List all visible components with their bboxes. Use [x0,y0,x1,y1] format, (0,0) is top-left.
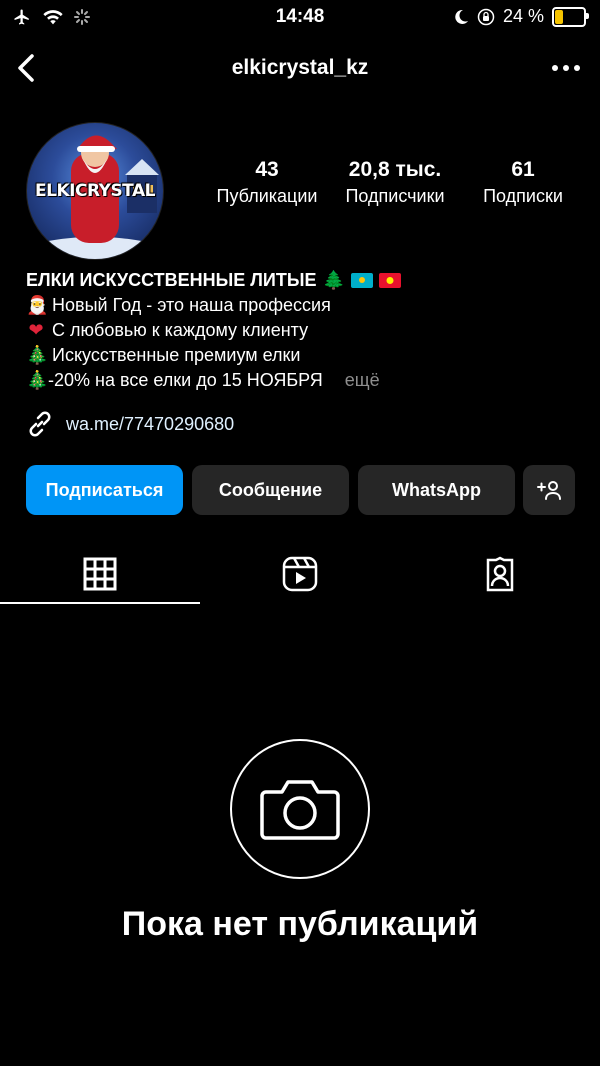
stat-followers-value: 20,8 тыс. [348,158,442,181]
bio-title: ЕЛКИ ИСКУССТВЕННЫЕ ЛИТЫЕ [26,270,317,290]
stat-following-value: 61 [511,158,535,181]
heart-icon: ❤ [28,320,44,340]
grid-icon [83,557,117,591]
tab-tagged[interactable] [400,545,600,603]
empty-state-text: Пока нет публикаций [121,905,479,943]
stat-followers[interactable]: 20,8 тыс. Подписчики [333,158,457,207]
link-icon [29,411,51,437]
battery-percent: 24 % [502,6,544,26]
tagged-person-icon [486,556,514,592]
flag-kyrgyzstan-icon [378,273,401,288]
profile-username: elkicrystal_kz [231,56,369,79]
stat-posts[interactable]: 43 Публикации [207,158,327,207]
follow-button[interactable]: Подписаться [26,465,183,515]
suggest-users-button[interactable] [523,465,575,515]
stat-posts-value: 43 [255,158,279,181]
profile-header: elkicrystal_kz [0,46,600,90]
active-tab-indicator [0,602,200,604]
bio-line: С любовью к каждому клиенту [52,320,309,340]
status-bar: 14:48 24 % [0,0,600,36]
flag-kazakhstan-icon [350,273,373,288]
tree-icon: 🌲 [322,270,345,290]
tab-reels[interactable] [200,545,400,603]
profile-tabs [0,545,600,605]
christmas-tree-icon: 🎄 [26,370,49,390]
more-options-icon[interactable] [548,54,584,82]
bio-line: -20% на все елки до 15 НОЯБРЯ [48,370,323,390]
bio-link[interactable]: wa.me/77470290680 [26,410,234,438]
bio-line: Новый Год - это наша профессия [52,295,331,315]
camera-icon [260,780,340,840]
moon-icon [455,9,468,24]
bio-more-link[interactable]: ещё [345,368,380,393]
profile-bio: ЕЛКИ ИСКУССТВЕННЫЕ ЛИТЫЕ 🌲 🎅 Новый Год -… [26,268,586,393]
tab-posts-grid[interactable] [0,545,200,603]
santa-icon: 🎅 [26,295,49,315]
orientation-lock-icon [477,8,495,25]
stat-following[interactable]: 61 Подписки [468,158,578,207]
avatar-brand-text: ELKICRYSTAL [35,181,155,201]
bio-line: Искусственные премиум елки [52,345,301,365]
battery-icon [552,6,589,27]
empty-state-circle [230,739,370,879]
bio-link-text: wa.me/77470290680 [66,413,235,434]
christmas-tree-icon: 🎄 [26,345,49,365]
reels-icon [282,556,318,592]
whatsapp-button[interactable]: WhatsApp [358,465,515,515]
stat-following-label: Подписки [483,186,563,206]
profile-avatar[interactable]: ELKICRYSTAL [26,122,164,260]
status-right-icons: 24 % [453,6,589,27]
message-button[interactable]: Сообщение [192,465,349,515]
stat-followers-label: Подписчики [345,186,445,206]
stat-posts-label: Публикации [216,186,318,206]
add-person-icon [537,481,561,500]
